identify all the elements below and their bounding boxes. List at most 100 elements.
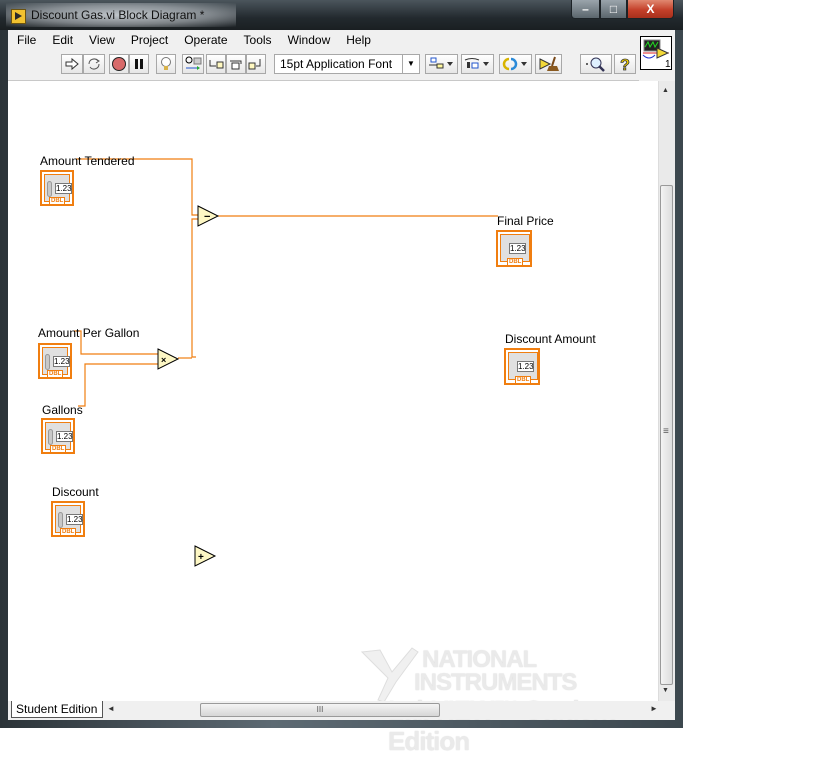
gallons-value: 1.23 bbox=[56, 431, 73, 442]
reorder-button[interactable] bbox=[499, 54, 532, 74]
final-price-indicator[interactable]: 1.23 DBL bbox=[496, 230, 532, 267]
question-icon: ? bbox=[620, 57, 631, 72]
menu-project[interactable]: Project bbox=[122, 30, 175, 50]
add-function[interactable]: + bbox=[194, 545, 217, 567]
step-over-button[interactable] bbox=[226, 54, 246, 74]
menu-bar: File Edit View Project Operate Tools Win… bbox=[8, 30, 639, 50]
run-continuously-button[interactable] bbox=[83, 54, 105, 74]
menu-edit[interactable]: Edit bbox=[43, 30, 80, 50]
scroll-right-arrow-icon[interactable]: ► bbox=[650, 704, 658, 713]
run-continuously-icon bbox=[88, 58, 100, 70]
step-out-button[interactable] bbox=[246, 54, 266, 74]
highlight-execution-button[interactable] bbox=[156, 54, 176, 74]
menu-file[interactable]: File bbox=[8, 30, 43, 50]
pause-button[interactable] bbox=[129, 54, 149, 74]
discount-amount-label: Discount Amount bbox=[505, 332, 596, 346]
labview-window: Discount Gas.vi Block Diagram * – □ X Fi… bbox=[0, 0, 683, 756]
discount-type: DBL bbox=[60, 528, 77, 536]
amount-tendered-value: 1.23 bbox=[55, 183, 72, 194]
step-into-button[interactable] bbox=[206, 54, 226, 74]
run-arrow-icon bbox=[65, 57, 79, 71]
menu-window[interactable]: Window bbox=[279, 30, 338, 50]
svg-text:?: ? bbox=[620, 57, 630, 72]
discount-amount-indicator[interactable]: 1.23 DBL bbox=[504, 348, 540, 385]
amount-per-gallon-label: Amount Per Gallon bbox=[38, 326, 140, 340]
minimize-button[interactable]: – bbox=[571, 0, 600, 19]
amount-per-gallon-control[interactable]: 1.23 DBL bbox=[38, 343, 72, 379]
gallons-label: Gallons bbox=[42, 403, 83, 417]
menu-help[interactable]: Help bbox=[337, 30, 378, 50]
wires-layer: − × + bbox=[74, 158, 498, 567]
horizontal-scroll-thumb[interactable]: III bbox=[200, 703, 440, 717]
multiply-symbol: × bbox=[161, 355, 166, 365]
subtract-function[interactable]: − bbox=[197, 205, 220, 227]
font-select-value: 15pt Application Font bbox=[280, 57, 393, 71]
numeric-control-icon bbox=[47, 181, 52, 197]
step-out-icon bbox=[248, 59, 261, 70]
vertical-scroll-thumb[interactable]: ≡ bbox=[660, 185, 673, 685]
final-price-type: DBL bbox=[507, 258, 524, 266]
search-button[interactable] bbox=[580, 54, 612, 74]
amount-tendered-control[interactable]: 1.23 DBL bbox=[40, 170, 74, 206]
close-button[interactable]: X bbox=[627, 0, 674, 19]
numeric-control-icon bbox=[45, 354, 50, 370]
discount-label: Discount bbox=[52, 485, 99, 499]
vertical-scrollbar[interactable]: ▲ ≡ ▼ bbox=[658, 81, 675, 701]
connector-pane-number: 1 bbox=[665, 59, 671, 69]
distribute-objects-button[interactable] bbox=[461, 54, 494, 74]
abort-execution-button[interactable] bbox=[109, 54, 129, 74]
multiply-function[interactable]: × bbox=[157, 348, 180, 370]
toolbar: 15pt Application Font ▼ ? bbox=[8, 50, 639, 81]
menu-operate[interactable]: Operate bbox=[175, 30, 234, 50]
retain-wire-values-button[interactable] bbox=[182, 54, 204, 74]
scroll-left-arrow-icon[interactable]: ◄ bbox=[107, 704, 115, 713]
reorder-icon bbox=[502, 57, 527, 71]
amount-tendered-type: DBL bbox=[49, 197, 66, 205]
gallons-control[interactable]: 1.23 DBL bbox=[41, 418, 75, 454]
step-into-icon bbox=[209, 60, 224, 69]
amount-per-gallon-type: DBL bbox=[47, 370, 64, 378]
gallons-type: DBL bbox=[50, 445, 67, 453]
scroll-up-arrow-icon[interactable]: ▲ bbox=[662, 87, 669, 94]
final-price-value: 1.23 bbox=[509, 243, 526, 254]
align-objects-button[interactable] bbox=[425, 54, 458, 74]
scroll-down-arrow-icon[interactable]: ▼ bbox=[662, 687, 669, 694]
context-help-button[interactable]: ? bbox=[614, 54, 636, 74]
magnifier-icon bbox=[586, 57, 605, 72]
discount-control[interactable]: 1.23 DBL bbox=[51, 501, 85, 537]
client-area: File Edit View Project Operate Tools Win… bbox=[8, 30, 675, 756]
grip-icon: III bbox=[316, 705, 324, 714]
font-select[interactable]: 15pt Application Font ▼ bbox=[274, 54, 420, 74]
horizontal-scroll-area: Student Edition ◄ III ► bbox=[8, 701, 674, 719]
subtract-symbol: − bbox=[204, 211, 210, 223]
title-bar[interactable]: Discount Gas.vi Block Diagram * – □ X bbox=[0, 0, 683, 30]
amount-tendered-label: Amount Tendered bbox=[40, 154, 135, 168]
vi-icon-connector-pane[interactable]: 1 bbox=[640, 36, 672, 70]
student-edition-tab: Student Edition bbox=[11, 701, 103, 718]
clean-up-diagram-button[interactable] bbox=[535, 54, 562, 74]
run-button[interactable] bbox=[61, 54, 83, 74]
minimize-icon: – bbox=[582, 2, 589, 16]
maximize-icon: □ bbox=[609, 2, 618, 16]
broom-icon bbox=[539, 56, 559, 71]
align-icon bbox=[428, 57, 453, 69]
numeric-control-icon bbox=[58, 512, 63, 528]
menu-tools[interactable]: Tools bbox=[235, 30, 279, 50]
pause-icon bbox=[135, 59, 143, 69]
discount-value: 1.23 bbox=[66, 514, 83, 525]
numeric-control-icon bbox=[48, 429, 53, 445]
grip-icon: ≡ bbox=[663, 426, 669, 437]
distribute-icon bbox=[464, 58, 489, 69]
probe-icon bbox=[185, 56, 202, 70]
amount-per-gallon-value: 1.23 bbox=[53, 356, 70, 367]
wire-product bbox=[191, 218, 198, 358]
maximize-button[interactable]: □ bbox=[600, 0, 627, 19]
labview-app-icon bbox=[11, 9, 26, 24]
lightbulb-icon bbox=[161, 57, 171, 70]
stop-icon bbox=[112, 57, 126, 71]
step-over-icon bbox=[230, 60, 242, 70]
block-diagram-canvas[interactable]: − × + Amount Tendered 1.23 DBL Amount Pe… bbox=[8, 81, 658, 756]
close-icon: X bbox=[646, 2, 655, 16]
vi-icon: 1 bbox=[642, 39, 671, 70]
menu-view[interactable]: View bbox=[80, 30, 122, 50]
